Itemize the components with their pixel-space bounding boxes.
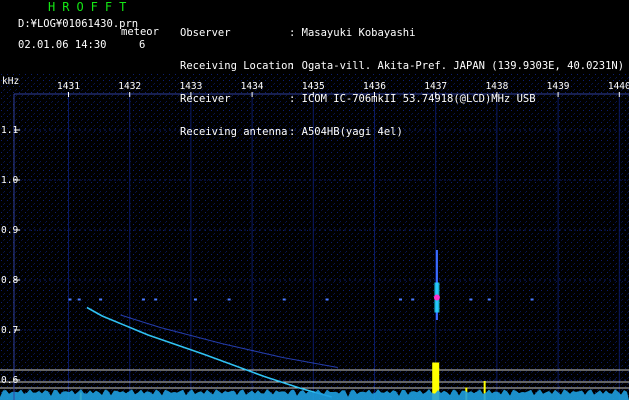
timestamp: 02.01.06 14:30 — [18, 39, 107, 51]
signal-dot — [469, 298, 473, 301]
station-info-labels: Observer Receiving Location Receiver Rec… — [180, 6, 294, 149]
signal-dot — [411, 298, 415, 301]
observer-value: : Masayuki Kobayashi — [289, 27, 416, 39]
signal-dot — [227, 298, 231, 301]
signal-dot — [282, 298, 286, 301]
station-info-values: : Masayuki Kobayashi : Ogata-vill. Akita… — [289, 6, 624, 149]
signal-dot — [77, 298, 81, 301]
receiver-value: : ICOM IC-706mkII 53.74918(@LCD)MHz USB — [289, 93, 536, 105]
signal-dot — [325, 298, 329, 301]
app-title: HROFFT — [48, 0, 134, 14]
observer-label: Observer — [180, 27, 231, 39]
signal-dot — [154, 298, 158, 301]
antenna-value: : A504HB(yagi 4el) — [289, 126, 403, 138]
signal-dot — [487, 298, 491, 301]
mode-label: meteor — [121, 26, 159, 38]
signal-dot — [141, 298, 145, 301]
antenna-label: Receiving antenna — [180, 126, 288, 138]
y-unit-label: kHz — [2, 76, 19, 87]
x-tick-label: 1432 — [118, 81, 141, 92]
signal-dot — [530, 298, 534, 301]
receiver-label: Receiver — [180, 93, 231, 105]
location-value: : Ogata-vill. Akita-Pref. JAPAN (139.930… — [289, 60, 625, 72]
signal-dot — [99, 298, 103, 301]
signal-dot — [398, 298, 402, 301]
signal-dot — [68, 298, 72, 301]
head-echo-peak — [433, 294, 440, 301]
x-tick-label: 1431 — [57, 81, 80, 92]
detection-count: 6 — [139, 39, 146, 51]
location-label: Receiving Location — [180, 60, 294, 72]
signal-dot — [193, 298, 197, 301]
